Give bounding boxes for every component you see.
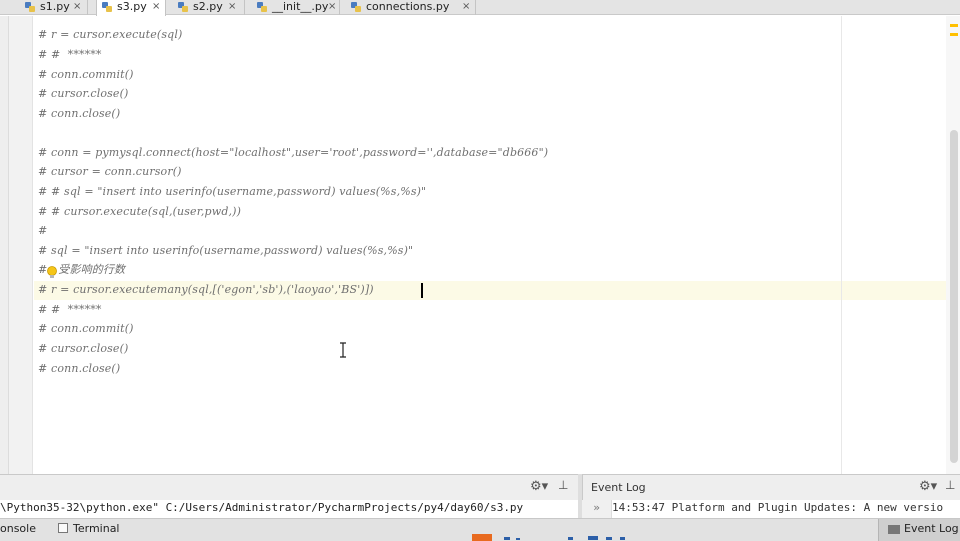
right-margin-guide bbox=[841, 16, 842, 474]
expand-icon[interactable]: » bbox=[582, 500, 612, 518]
code-line[interactable]: # sql = "insert into userinfo(username,p… bbox=[38, 242, 413, 260]
breakpoint-strip[interactable] bbox=[0, 16, 9, 474]
code-line[interactable]: # r = cursor.executemany(sql,[('egon','s… bbox=[38, 281, 374, 299]
code-line[interactable]: # conn.commit() bbox=[38, 320, 134, 338]
event-log-output[interactable]: » 14:53:47 Platform and Plugin Updates: A… bbox=[582, 500, 960, 518]
hide-panel-icon[interactable]: ⊥ bbox=[945, 478, 955, 492]
gear-icon[interactable]: ⚙▾ bbox=[919, 479, 937, 494]
code-line[interactable]: # conn.commit() bbox=[38, 66, 134, 84]
run-console-output[interactable]: \Python35-32\python.exe" C:/Users/Admini… bbox=[0, 500, 578, 518]
text-caret bbox=[421, 283, 423, 298]
close-icon[interactable]: × bbox=[152, 0, 160, 13]
tab-connections-py[interactable]: connections.py × bbox=[346, 0, 476, 15]
tab-label: s3.py bbox=[117, 0, 147, 13]
python-file-icon bbox=[257, 2, 267, 12]
code-line[interactable]: # # sql = "insert into userinfo(username… bbox=[38, 183, 426, 201]
close-icon[interactable]: × bbox=[228, 0, 236, 13]
tab-s2-py[interactable]: s2.py × bbox=[173, 0, 245, 15]
code-line[interactable]: # # ****** bbox=[38, 301, 102, 319]
event-log-icon bbox=[888, 525, 900, 534]
python-console-label: onsole bbox=[0, 522, 36, 535]
close-icon[interactable]: × bbox=[462, 0, 470, 13]
event-log-title: Event Log bbox=[591, 481, 646, 494]
python-console-tab[interactable]: onsole bbox=[0, 522, 36, 535]
python-file-icon bbox=[178, 2, 188, 12]
code-line[interactable]: # conn = pymysql.connect(host="localhost… bbox=[38, 144, 548, 162]
tab-init-py[interactable]: __init__.py × bbox=[252, 0, 340, 15]
event-log-tab-label: Event Log bbox=[904, 522, 959, 535]
lightbulb-icon[interactable] bbox=[46, 266, 58, 279]
code-line[interactable]: # bbox=[38, 222, 47, 240]
run-panel-header: ⚙▾ ⊥ bbox=[0, 474, 578, 500]
event-log-header: Event Log ⚙▾ ⊥ bbox=[582, 474, 960, 500]
python-file-icon bbox=[25, 2, 35, 12]
tab-s1-py[interactable]: s1.py × bbox=[20, 0, 88, 15]
python-file-icon bbox=[351, 2, 361, 12]
scrollbar-thumb[interactable] bbox=[950, 130, 958, 463]
taskbar-icons-partial bbox=[472, 534, 625, 541]
terminal-icon bbox=[58, 523, 68, 533]
code-line[interactable]: # cursor.close() bbox=[38, 85, 128, 103]
event-log-entry[interactable]: 14:53:47 Platform and Plugin Updates: A … bbox=[612, 501, 943, 514]
code-line[interactable]: # # cursor.execute(sql,(user,pwd,)) bbox=[38, 203, 241, 221]
error-stripe-marker[interactable] bbox=[950, 24, 958, 27]
error-stripe-marker[interactable] bbox=[950, 33, 958, 36]
editor-tab-bar: s1.py × s3.py × s2.py × __init__.py × co… bbox=[0, 0, 960, 16]
terminal-label: Terminal bbox=[73, 522, 120, 535]
python-file-icon bbox=[102, 2, 112, 12]
code-line[interactable]: # conn.close() bbox=[38, 360, 120, 378]
code-line[interactable]: # conn.close() bbox=[38, 105, 120, 123]
tab-label: s2.py bbox=[193, 0, 223, 13]
code-line[interactable]: # # ****** bbox=[38, 46, 102, 64]
hide-panel-icon[interactable]: ⊥ bbox=[558, 478, 568, 492]
code-line[interactable]: # cursor.close() bbox=[38, 340, 128, 358]
tab-label: connections.py bbox=[366, 0, 450, 13]
terminal-tab[interactable]: Terminal bbox=[58, 522, 120, 535]
code-line[interactable]: # cursor = conn.cursor() bbox=[38, 163, 182, 181]
tab-label: __init__.py bbox=[272, 0, 329, 13]
event-log-tab[interactable]: Event Log bbox=[878, 519, 960, 541]
code-line[interactable]: # r = cursor.execute(sql) bbox=[38, 26, 182, 44]
gear-icon[interactable]: ⚙▾ bbox=[530, 479, 548, 494]
close-icon[interactable]: × bbox=[328, 0, 336, 13]
close-icon[interactable]: × bbox=[73, 0, 81, 13]
mouse-ibeam-cursor-icon bbox=[340, 342, 346, 358]
tab-s3-py[interactable]: s3.py × bbox=[96, 0, 166, 16]
tab-label: s1.py bbox=[40, 0, 70, 13]
